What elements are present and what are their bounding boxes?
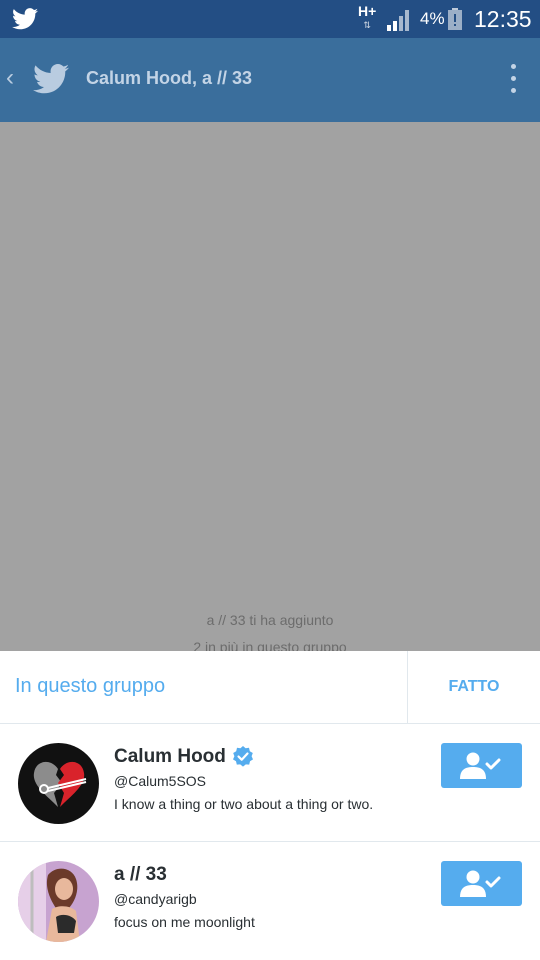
status-bar: H+ ⇅ 4% 12:35 xyxy=(0,0,540,38)
overflow-menu-icon[interactable] xyxy=(502,62,524,98)
member-row[interactable]: Calum Hood @Calum5SOS I know a thing or … xyxy=(0,724,540,842)
following-button[interactable] xyxy=(441,743,522,788)
battery-low-icon xyxy=(448,8,462,30)
member-handle: @candyarigb xyxy=(114,891,197,907)
name-row: a // 33 xyxy=(114,862,167,888)
app-bar: ‹ Calum Hood, a // 33 xyxy=(0,38,540,122)
following-button[interactable] xyxy=(441,861,522,906)
group-members-sheet: In questo gruppo FATTO Calum Hood @Calum… xyxy=(0,651,540,960)
conversation-backdrop[interactable]: a // 33 ti ha aggiunto 2 in più in quest… xyxy=(0,122,540,655)
member-name[interactable]: Calum Hood xyxy=(114,746,226,768)
member-bio: focus on me moonlight xyxy=(114,914,255,930)
clock: 12:35 xyxy=(474,6,532,32)
signal-icon xyxy=(387,10,409,31)
network-arrows-icon: ⇅ xyxy=(363,20,371,30)
twitter-bird-icon xyxy=(12,8,38,30)
verified-badge-icon xyxy=(232,746,253,767)
avatar[interactable] xyxy=(18,861,99,942)
member-row[interactable]: a // 33 @candyarigb focus on me moonligh… xyxy=(0,842,540,960)
network-indicator: H+ ⇅ xyxy=(358,4,376,32)
added-notice: a // 33 ti ha aggiunto xyxy=(206,612,334,628)
conversation-title[interactable]: Calum Hood, a // 33 xyxy=(86,68,252,89)
profile-photo-image xyxy=(18,861,99,942)
member-name[interactable]: a // 33 xyxy=(114,864,167,886)
user-following-icon xyxy=(460,870,501,897)
battery-percent: 4% xyxy=(420,9,445,28)
sheet-header: In questo gruppo FATTO xyxy=(0,651,540,724)
member-bio: I know a thing or two about a thing or t… xyxy=(114,796,374,812)
back-chevron-icon[interactable]: ‹ xyxy=(6,64,22,92)
member-handle: @Calum5SOS xyxy=(114,773,207,789)
sheet-title: In questo gruppo xyxy=(15,675,166,697)
broken-heart-avatar-image xyxy=(18,743,99,824)
network-type: H+ xyxy=(358,3,377,19)
avatar[interactable] xyxy=(18,743,99,824)
name-row: Calum Hood xyxy=(114,744,254,770)
user-following-icon xyxy=(460,752,501,779)
done-button[interactable]: FATTO xyxy=(407,651,540,723)
twitter-logo-icon[interactable] xyxy=(33,63,69,95)
